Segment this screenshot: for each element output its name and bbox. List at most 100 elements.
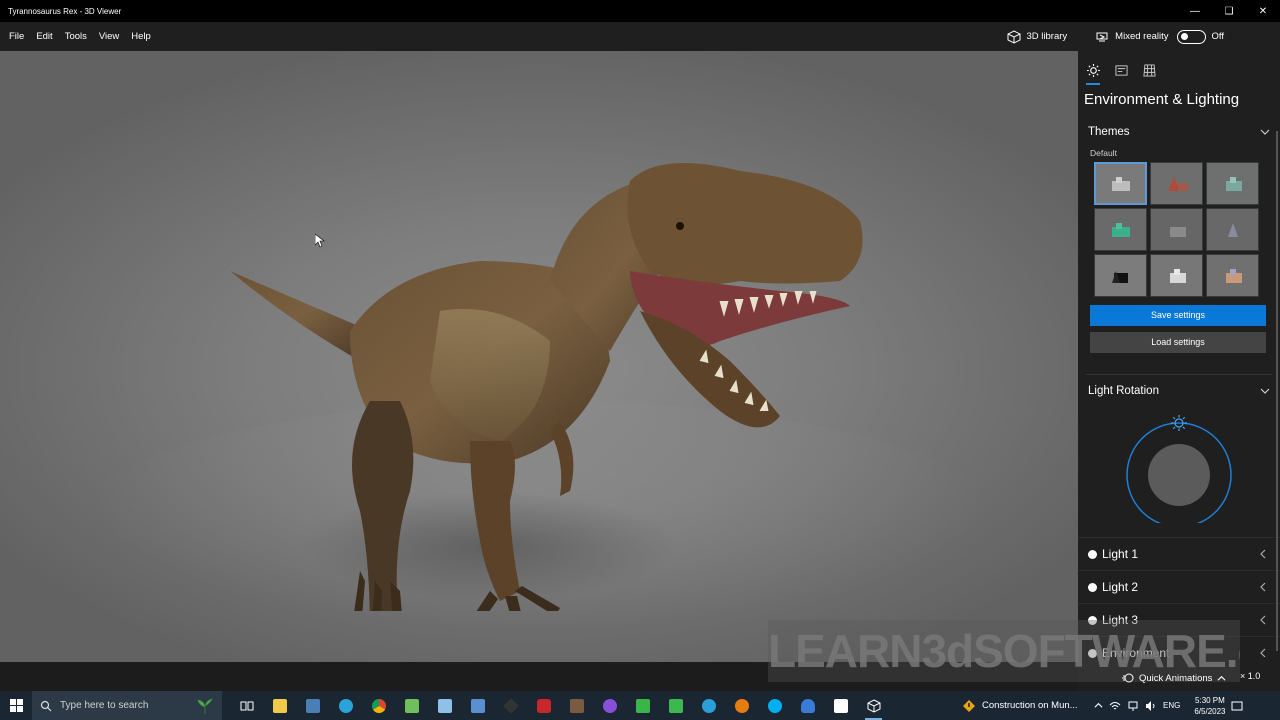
shield-app-icon[interactable] bbox=[791, 691, 824, 720]
light-rotation-wheel[interactable] bbox=[1078, 403, 1280, 528]
pen-app-icon[interactable] bbox=[494, 691, 527, 720]
3d-library-button[interactable]: 3D library bbox=[1007, 29, 1068, 44]
divider bbox=[1086, 374, 1272, 375]
menu-file[interactable]: File bbox=[9, 31, 24, 42]
calculator-icon[interactable] bbox=[296, 691, 329, 720]
language-indicator[interactable]: ENG bbox=[1163, 701, 1180, 710]
trex-model[interactable] bbox=[220, 111, 880, 611]
chevron-down-icon bbox=[1260, 388, 1270, 394]
edge-icon[interactable] bbox=[329, 691, 362, 720]
theme-tile[interactable] bbox=[1094, 208, 1147, 251]
themes-header-label: Themes bbox=[1088, 126, 1130, 138]
chrome-icon[interactable] bbox=[362, 691, 395, 720]
menu-edit[interactable]: Edit bbox=[36, 31, 52, 42]
spiral-app-icon[interactable] bbox=[692, 691, 725, 720]
volume-icon[interactable] bbox=[1145, 700, 1157, 712]
theme-tile[interactable] bbox=[1150, 254, 1203, 297]
panel-title: Environment & Lighting bbox=[1084, 91, 1240, 108]
chevron-left-icon bbox=[1260, 582, 1266, 592]
mixed-reality-icon bbox=[1096, 32, 1108, 41]
tab-grid[interactable] bbox=[1142, 63, 1156, 77]
light-1-item[interactable]: Light 1 bbox=[1078, 537, 1280, 570]
load-settings-button[interactable]: Load settings bbox=[1090, 332, 1266, 353]
notes-icon[interactable] bbox=[428, 691, 461, 720]
theme-tile[interactable] bbox=[1094, 254, 1147, 297]
image-icon bbox=[1114, 64, 1128, 76]
notifications-icon[interactable] bbox=[1231, 700, 1243, 712]
themes-sub-label: Default bbox=[1090, 148, 1117, 158]
search-placeholder: Type here to search bbox=[60, 700, 149, 711]
keyboard-app-icon[interactable] bbox=[461, 691, 494, 720]
light-color-dot bbox=[1088, 549, 1097, 559]
themes-header[interactable]: Themes bbox=[1078, 120, 1280, 144]
close-button[interactable]: ✕ bbox=[1246, 0, 1280, 22]
task-view-icon[interactable] bbox=[230, 691, 263, 720]
tab-stats[interactable] bbox=[1114, 63, 1128, 77]
menu-bar: File Edit Tools View Help 3D library Mix… bbox=[0, 22, 1280, 51]
minimize-button[interactable]: — bbox=[1178, 0, 1212, 22]
quick-animations-button[interactable]: Quick Animations bbox=[1122, 669, 1226, 687]
chevron-left-icon bbox=[1260, 549, 1266, 559]
3d-library-label: 3D library bbox=[1026, 31, 1068, 42]
start-button[interactable] bbox=[0, 691, 32, 720]
light-rotation-label: Light Rotation bbox=[1088, 385, 1159, 397]
light-rotation-header[interactable]: Light Rotation bbox=[1078, 379, 1280, 403]
network-icon[interactable] bbox=[1127, 700, 1139, 712]
sun-icon bbox=[1086, 63, 1100, 77]
window-controls: — ❏ ✕ bbox=[1178, 0, 1280, 22]
file-explorer-icon[interactable] bbox=[263, 691, 296, 720]
theme-tile[interactable] bbox=[1206, 254, 1259, 297]
panel-scrollbar[interactable] bbox=[1276, 131, 1278, 651]
panel-tabs bbox=[1078, 51, 1280, 85]
notification-text: Construction on Mun... bbox=[982, 700, 1078, 711]
plant-icon bbox=[197, 698, 213, 714]
theme-tile[interactable] bbox=[1206, 162, 1259, 205]
light-1-label: Light 1 bbox=[1102, 547, 1139, 561]
skype-icon[interactable] bbox=[758, 691, 791, 720]
blender-icon[interactable] bbox=[725, 691, 758, 720]
save-settings-button[interactable]: Save settings bbox=[1090, 305, 1266, 326]
chevron-left-icon bbox=[1260, 648, 1266, 658]
title-bar: Tyrannosaurus Rex - 3D Viewer — ❏ ✕ bbox=[0, 0, 1280, 22]
theme-tile[interactable] bbox=[1206, 208, 1259, 251]
animation-speed-label[interactable]: × 1.0 bbox=[1240, 671, 1260, 681]
cut-app-icon[interactable] bbox=[527, 691, 560, 720]
quick-animations-label: Quick Animations bbox=[1139, 672, 1213, 684]
photos-icon[interactable] bbox=[395, 691, 428, 720]
mixed-reality-label: Mixed reality bbox=[1115, 31, 1169, 42]
3d-viewport[interactable] bbox=[0, 51, 1078, 662]
clock[interactable]: 5:30 PM 6/5/2023 bbox=[1194, 695, 1225, 717]
mixed-reality-control[interactable]: Mixed reality Off bbox=[1095, 29, 1225, 44]
taskbar: Type here to search Construction on Mun.… bbox=[0, 691, 1280, 720]
c-app-icon[interactable] bbox=[824, 691, 857, 720]
menu-help[interactable]: Help bbox=[131, 31, 151, 42]
chevron-down-icon bbox=[1260, 129, 1270, 135]
theme-tile[interactable] bbox=[1150, 208, 1203, 251]
media-app-icon[interactable] bbox=[560, 691, 593, 720]
chevron-left-icon bbox=[1260, 615, 1266, 625]
mixed-reality-toggle[interactable] bbox=[1176, 29, 1206, 44]
animation-icon bbox=[1122, 673, 1134, 683]
light-2-item[interactable]: Light 2 bbox=[1078, 570, 1280, 603]
3d-viewer-app-icon[interactable] bbox=[857, 691, 890, 720]
search-icon bbox=[40, 700, 52, 711]
menu-tools[interactable]: Tools bbox=[65, 31, 87, 42]
chevron-up-icon bbox=[1217, 675, 1226, 681]
taskbar-search[interactable]: Type here to search bbox=[32, 691, 222, 720]
menu-view[interactable]: View bbox=[99, 31, 119, 42]
theme-tile[interactable] bbox=[1150, 162, 1203, 205]
camtasia-icon[interactable] bbox=[626, 691, 659, 720]
camtasia-2-icon[interactable] bbox=[659, 691, 692, 720]
mouse-cursor bbox=[315, 234, 325, 248]
cube-icon bbox=[1007, 29, 1021, 44]
theme-tile[interactable] bbox=[1094, 162, 1147, 205]
circle-app-icon[interactable] bbox=[593, 691, 626, 720]
tab-environment[interactable] bbox=[1086, 63, 1100, 85]
clock-time: 5:30 PM bbox=[1195, 695, 1225, 705]
taskbar-apps bbox=[230, 691, 890, 720]
wifi-icon[interactable] bbox=[1109, 700, 1121, 712]
chevron-up-icon[interactable] bbox=[1094, 701, 1103, 710]
maximize-button[interactable]: ❏ bbox=[1212, 0, 1246, 22]
notification-ticker[interactable]: Construction on Mun... bbox=[962, 691, 1078, 720]
mixed-reality-state: Off bbox=[1211, 31, 1225, 42]
